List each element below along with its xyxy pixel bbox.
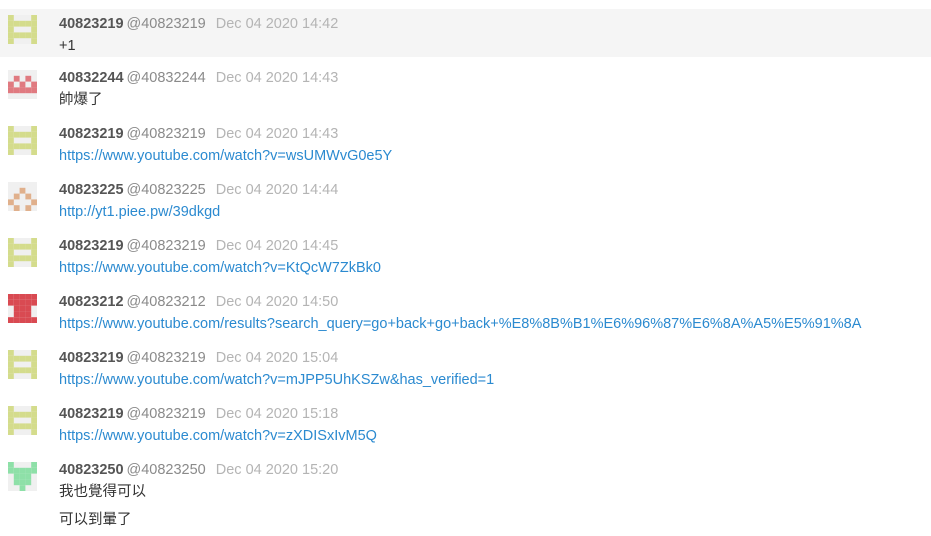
message-text: 可以到暈了 [59,512,132,528]
user-handle[interactable]: @40823219 [127,350,206,366]
chat-message-list: 40823219 @40823219 Dec 04 2020 14:42 +1 4083… [0,0,931,529]
chat-message: 40823219 @40823219 Dec 04 2020 15:18 https:… [0,393,931,449]
chat-message: 40823219 @40823219 Dec 04 2020 14:43 https:… [0,113,931,169]
message-header: 40823212 @40823212 Dec 04 2020 14:50 [59,292,931,312]
user-handle[interactable]: @40823219 [127,406,206,422]
tree-avatar-icon[interactable] [8,462,37,491]
user-handle[interactable]: @40832244 [127,70,206,86]
message-header: 40832244 @40832244 Dec 04 2020 14:43 [59,68,931,88]
username[interactable]: 40823219 [59,16,124,32]
chat-message: 40823219 @40823219 Dec 04 2020 14:42 +1 [0,9,931,57]
message-timestamp: Dec 04 2020 14:42 [215,16,339,32]
message-header: 40823219 @40823219 Dec 04 2020 14:42 [59,14,931,34]
chat-message: 40823225 @40823225 Dec 04 2020 14:44 http:/… [0,169,931,225]
username[interactable]: 40823225 [59,182,124,198]
chat-message: 40823250 @40823250 Dec 04 2020 15:20 我也覺得可以… [0,449,931,529]
message-timestamp: Dec 04 2020 15:18 [215,406,339,422]
message-header: 40823225 @40823225 Dec 04 2020 14:44 [59,180,931,200]
username[interactable]: 40823250 [59,462,124,478]
block-avatar-icon[interactable] [8,294,37,323]
username[interactable]: 40823219 [59,350,124,366]
message-header: 40823219 @40823219 Dec 04 2020 14:43 [59,124,931,144]
message-link[interactable]: https://www.youtube.com/watch?v=wsUMWvG0… [59,144,931,168]
message-link[interactable]: https://www.youtube.com/watch?v=KtQcW7Zk… [59,256,931,280]
username[interactable]: 40832244 [59,70,124,86]
message-timestamp: Dec 04 2020 14:43 [215,126,339,142]
message-header: 40823219 @40823219 Dec 04 2020 14:45 [59,236,931,256]
message-timestamp: Dec 04 2020 14:45 [215,238,339,254]
message-timestamp: Dec 04 2020 14:50 [215,294,339,310]
crown-avatar-icon[interactable] [8,70,37,99]
message-header: 40823219 @40823219 Dec 04 2020 15:04 [59,348,931,368]
message-text: 我也覺得可以 [59,484,146,500]
message-timestamp: Dec 04 2020 15:20 [215,462,339,478]
user-handle[interactable]: @40823250 [127,462,206,478]
ladder-avatar-icon[interactable] [8,15,37,44]
message-link[interactable]: http://yt1.piee.pw/39dkgd [59,200,931,224]
message-link[interactable]: https://www.youtube.com/results?search_q… [59,312,931,336]
chat-message: 40823212 @40823212 Dec 04 2020 14:50 https:… [0,281,931,337]
chat-message: 40832244 @40832244 Dec 04 2020 14:43 帥爆了 [0,57,931,113]
username[interactable]: 40823212 [59,294,124,310]
message-text: +1 [59,38,76,54]
ladder-avatar-icon[interactable] [8,406,37,435]
ladder-avatar-icon[interactable] [8,238,37,267]
diamond-avatar-icon[interactable] [8,182,37,211]
username[interactable]: 40823219 [59,126,124,142]
user-handle[interactable]: @40823219 [127,126,206,142]
ladder-avatar-icon[interactable] [8,126,37,155]
message-link[interactable]: https://www.youtube.com/watch?v=mJPP5UhK… [59,368,931,392]
message-header: 40823250 @40823250 Dec 04 2020 15:20 [59,460,931,480]
username[interactable]: 40823219 [59,238,124,254]
message-link[interactable]: https://www.youtube.com/watch?v=zXDISxIv… [59,424,931,448]
message-timestamp: Dec 04 2020 14:44 [215,182,339,198]
chat-message: 40823219 @40823219 Dec 04 2020 15:04 https:… [0,337,931,393]
username[interactable]: 40823219 [59,406,124,422]
chat-message: 40823219 @40823219 Dec 04 2020 14:45 https:… [0,225,931,281]
user-handle[interactable]: @40823225 [127,182,206,198]
message-header: 40823219 @40823219 Dec 04 2020 15:18 [59,404,931,424]
user-handle[interactable]: @40823219 [127,16,206,32]
message-timestamp: Dec 04 2020 15:04 [215,350,339,366]
ladder-avatar-icon[interactable] [8,350,37,379]
user-handle[interactable]: @40823219 [127,238,206,254]
message-text: 帥爆了 [59,92,103,108]
user-handle[interactable]: @40823212 [127,294,206,310]
message-timestamp: Dec 04 2020 14:43 [215,70,339,86]
